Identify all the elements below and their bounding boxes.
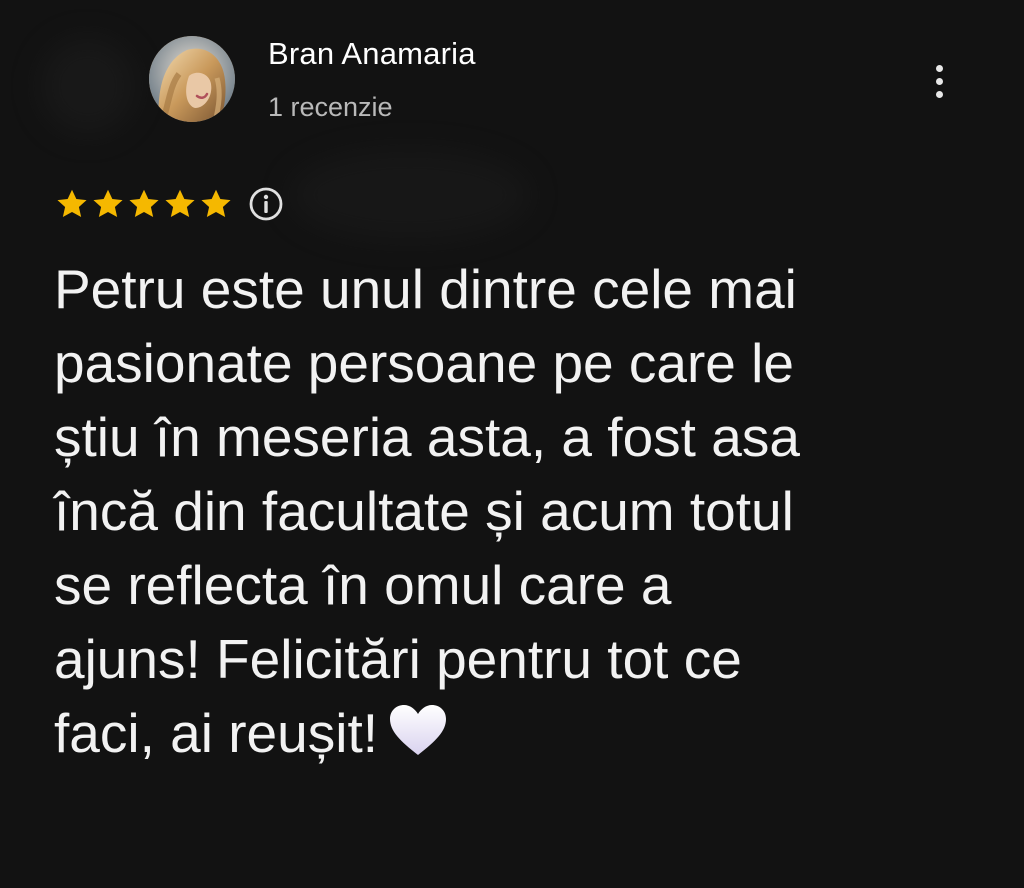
star-rating [54, 182, 284, 226]
avatar-photo [149, 36, 235, 122]
star-icon [201, 189, 231, 218]
white-heart-icon [390, 705, 447, 756]
avatar[interactable] [149, 36, 235, 122]
review-text-line: Petru este unul dintre cele mai [54, 258, 797, 320]
review-text-line: ajuns! Felicitări pentru tot ce [54, 628, 742, 690]
reviewer-name[interactable]: Bran Anamaria [268, 36, 476, 72]
review-text-line: știu în meseria asta, a fost asa [54, 406, 800, 468]
review-text-line: încă din facultate și acum totul [54, 480, 794, 542]
more-vert-icon [935, 64, 943, 72]
more-vert-icon [935, 77, 943, 85]
review-text-line: faci, ai reușit! [54, 696, 974, 770]
review-text-line: pasionate persoane pe care le [54, 332, 794, 394]
review-text: Petru este unul dintre cele mai pasionate… [54, 252, 974, 770]
star-icon [129, 189, 159, 218]
more-options-button[interactable] [922, 56, 956, 106]
star-icon [93, 189, 123, 218]
star-icon [165, 189, 195, 218]
review-card: Bran Anamaria 1 recenzie Petru este unul… [0, 0, 1024, 888]
star-icon [57, 189, 87, 218]
info-icon[interactable] [248, 186, 284, 222]
more-vert-icon [935, 90, 943, 98]
review-text-line: se reflecta în omul care a [54, 554, 672, 616]
review-count: 1 recenzie [268, 92, 393, 122]
